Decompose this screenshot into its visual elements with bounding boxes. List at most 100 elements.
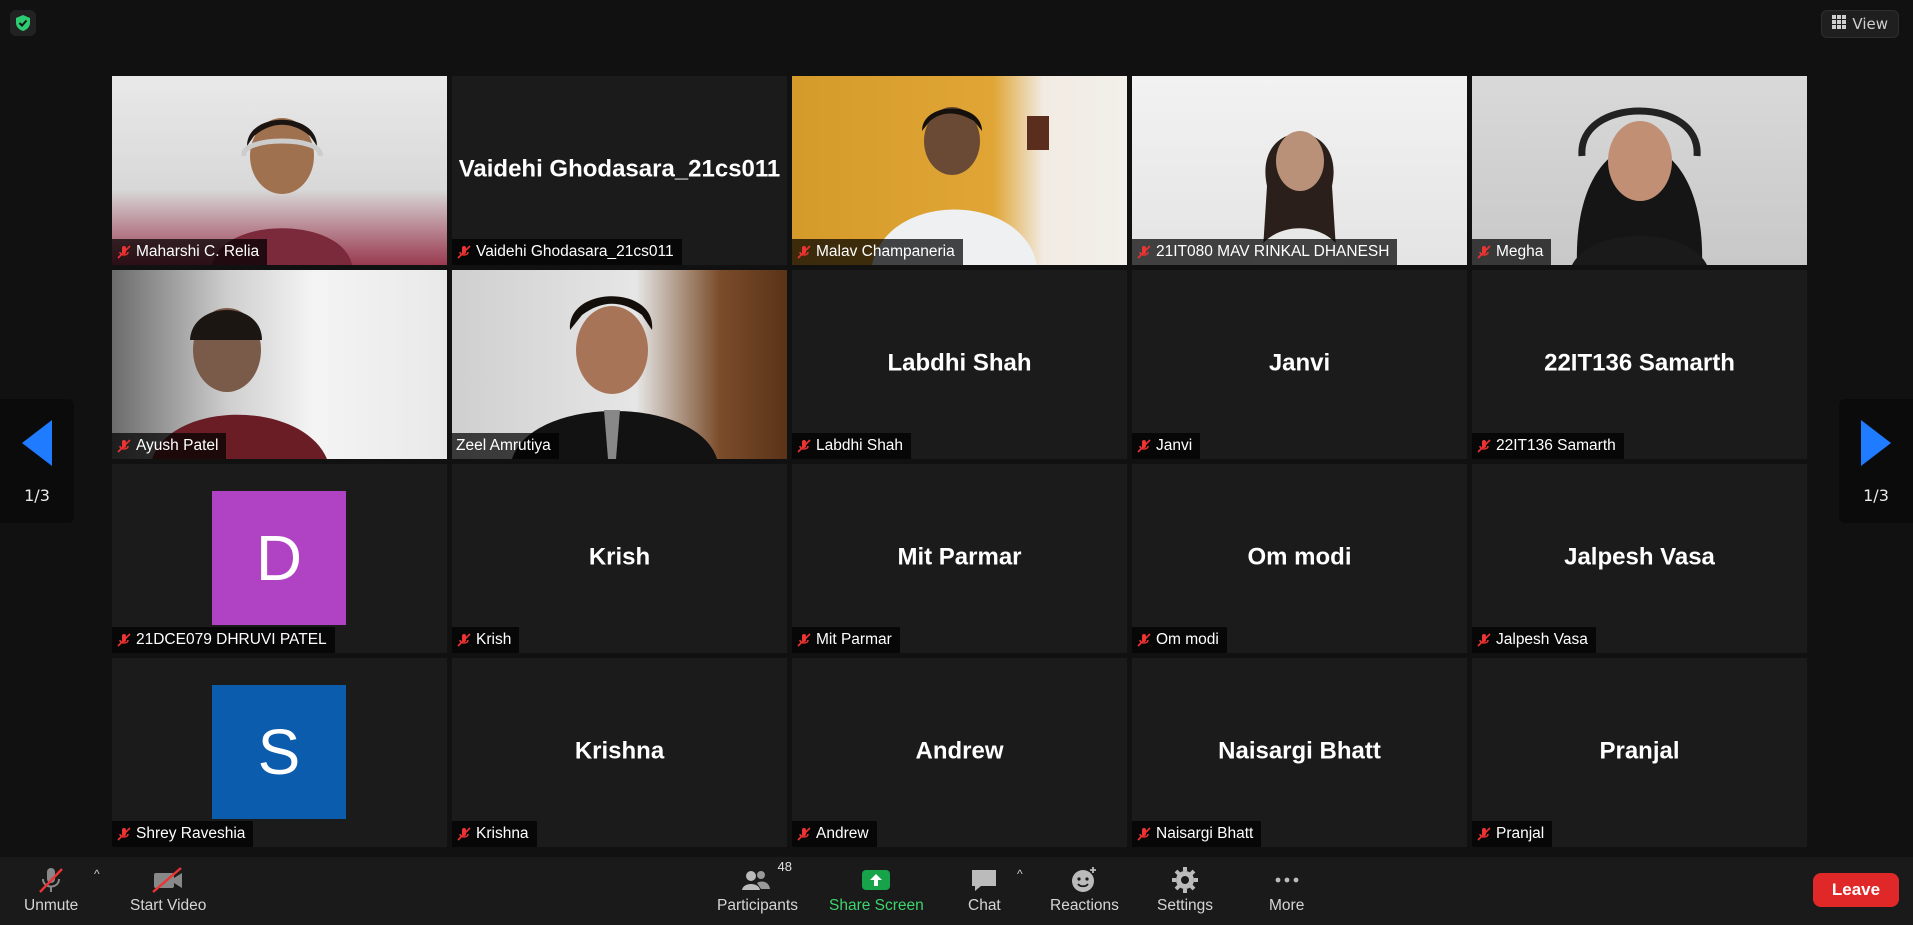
video-off-icon	[151, 863, 185, 897]
participant-video	[1132, 76, 1467, 265]
muted-mic-icon	[797, 633, 811, 647]
muted-mic-icon	[1137, 439, 1151, 453]
participant-tile[interactable]: 21IT080 MAV RINKAL DHANESH	[1132, 76, 1467, 265]
reactions-label: Reactions	[1050, 897, 1119, 914]
participant-label: 21IT080 MAV RINKAL DHANESH	[1132, 239, 1398, 265]
participant-tile[interactable]: Malav Champaneria	[792, 76, 1127, 265]
view-button[interactable]: View	[1821, 10, 1899, 38]
participant-label: Megha	[1472, 239, 1552, 265]
chat-label: Chat	[968, 897, 1001, 914]
participant-label: 22IT136 Samarth	[1472, 433, 1624, 459]
share-screen-button[interactable]: Share Screen	[829, 863, 924, 915]
previous-page-button[interactable]: 1/3	[0, 399, 74, 523]
participant-tile[interactable]: D 21DCE079 DHRUVI PATEL	[112, 464, 447, 653]
muted-mic-icon	[117, 827, 131, 841]
participant-name: Krishna	[476, 825, 529, 842]
unmute-button[interactable]: Unmute	[24, 863, 78, 915]
participants-button[interactable]: 48 Participants	[717, 859, 798, 915]
muted-mic-icon	[1477, 827, 1491, 841]
leave-button[interactable]: Leave	[1813, 873, 1899, 907]
muted-mic-icon	[1137, 245, 1151, 259]
participant-label: Zeel Amrutiya	[452, 433, 559, 459]
participant-display-name: Andrew	[915, 737, 1004, 765]
more-button[interactable]: More	[1269, 863, 1304, 915]
muted-mic-icon	[1137, 633, 1151, 647]
participant-tile[interactable]: Maharshi C. Relia	[112, 76, 447, 265]
participant-name: Megha	[1496, 243, 1544, 260]
meeting-stage: View 1/3 1/3 Maharshi C. Relia Vaidehi G…	[0, 0, 1913, 857]
participants-icon: 48	[739, 859, 792, 897]
participant-tile[interactable]: S Shrey Raveshia	[112, 658, 447, 847]
participant-name: Maharshi C. Relia	[136, 243, 260, 260]
shield-icon[interactable]	[10, 10, 36, 36]
settings-button[interactable]: Settings	[1157, 863, 1213, 915]
participant-tile[interactable]: Janvi Janvi	[1132, 270, 1467, 459]
participant-tile[interactable]: Megha	[1472, 76, 1807, 265]
participant-tile[interactable]: Om modi Om modi	[1132, 464, 1467, 653]
participant-name: Shrey Raveshia	[136, 825, 246, 842]
audio-options-chevron-up-icon[interactable]: ^	[94, 867, 100, 881]
next-page-button[interactable]: 1/3	[1839, 399, 1913, 523]
participant-label: Malav Champaneria	[792, 239, 963, 265]
participant-tile[interactable]: Pranjal Pranjal	[1472, 658, 1807, 847]
participant-video	[792, 76, 1127, 265]
participant-tile-active-speaker[interactable]: Zeel Amrutiya	[452, 270, 787, 459]
participant-tile[interactable]: Vaidehi Ghodasara_21cs011 Vaidehi Ghodas…	[452, 76, 787, 265]
participant-label: Maharshi C. Relia	[112, 239, 268, 265]
participant-display-name: Vaidehi Ghodasara_21cs011	[458, 155, 781, 183]
participant-name: Andrew	[816, 825, 869, 842]
participant-label: Krishna	[452, 821, 537, 847]
page-indicator-right: 1/3	[1863, 485, 1889, 505]
participant-name: 21DCE079 DHRUVI PATEL	[136, 631, 327, 648]
participant-avatar: S	[212, 685, 346, 819]
participant-label: Andrew	[792, 821, 877, 847]
participant-display-name: 22IT136 Samarth	[1544, 349, 1735, 377]
participant-video	[112, 76, 447, 265]
muted-mic-icon	[1477, 245, 1491, 259]
muted-mic-icon	[36, 863, 66, 897]
settings-label: Settings	[1157, 897, 1214, 914]
participant-tile[interactable]: 22IT136 Samarth 22IT136 Samarth	[1472, 270, 1807, 459]
participant-name: Mit Parmar	[816, 631, 892, 648]
participant-tile[interactable]: Krish Krish	[452, 464, 787, 653]
participant-tile[interactable]: Labdhi Shah Labdhi Shah	[792, 270, 1127, 459]
view-label: View	[1852, 15, 1888, 33]
participant-name: Labdhi Shah	[816, 437, 904, 454]
participant-display-name: Krishna	[574, 737, 665, 765]
participant-name: 22IT136 Samarth	[1496, 437, 1616, 454]
participant-name: Malav Champaneria	[816, 243, 955, 260]
participant-tile[interactable]: Mit Parmar Mit Parmar	[792, 464, 1127, 653]
reactions-button[interactable]: Reactions	[1050, 863, 1119, 915]
participant-name: Zeel Amrutiya	[456, 437, 551, 454]
participant-name: Janvi	[1156, 437, 1193, 454]
video-grid: Maharshi C. Relia Vaidehi Ghodasara_21cs…	[112, 76, 1809, 847]
participant-label: Mit Parmar	[792, 627, 900, 653]
muted-mic-icon	[117, 633, 131, 647]
arrow-right-icon	[1861, 419, 1891, 466]
participant-display-name: Mit Parmar	[897, 543, 1022, 571]
participant-tile[interactable]: Andrew Andrew	[792, 658, 1127, 847]
chat-button[interactable]: Chat	[968, 863, 1001, 915]
participant-name: Pranjal	[1496, 825, 1545, 842]
participant-name: Vaidehi Ghodasara_21cs011	[476, 243, 674, 260]
participant-tile[interactable]: Jalpesh Vasa Jalpesh Vasa	[1472, 464, 1807, 653]
participant-name: Naisargi Bhatt	[1156, 825, 1254, 842]
muted-mic-icon	[457, 827, 471, 841]
chat-options-chevron-up-icon[interactable]: ^	[1017, 867, 1023, 881]
participant-display-name: Om modi	[1247, 543, 1352, 571]
unmute-label: Unmute	[24, 897, 79, 914]
participant-label: Vaidehi Ghodasara_21cs011	[452, 239, 682, 265]
participant-label: Shrey Raveshia	[112, 821, 254, 847]
more-dots-icon	[1272, 863, 1302, 897]
participants-count: 48	[777, 859, 792, 874]
muted-mic-icon	[1477, 439, 1491, 453]
start-video-button[interactable]: Start Video	[130, 863, 206, 915]
participant-label: Om modi	[1132, 627, 1227, 653]
muted-mic-icon	[1477, 633, 1491, 647]
participant-video	[112, 270, 447, 459]
participant-display-name: Labdhi Shah	[887, 349, 1032, 377]
participant-tile[interactable]: Krishna Krishna	[452, 658, 787, 847]
participant-tile[interactable]: Ayush Patel	[112, 270, 447, 459]
participant-tile[interactable]: Naisargi Bhatt Naisargi Bhatt	[1132, 658, 1467, 847]
participant-label: Janvi	[1132, 433, 1201, 459]
